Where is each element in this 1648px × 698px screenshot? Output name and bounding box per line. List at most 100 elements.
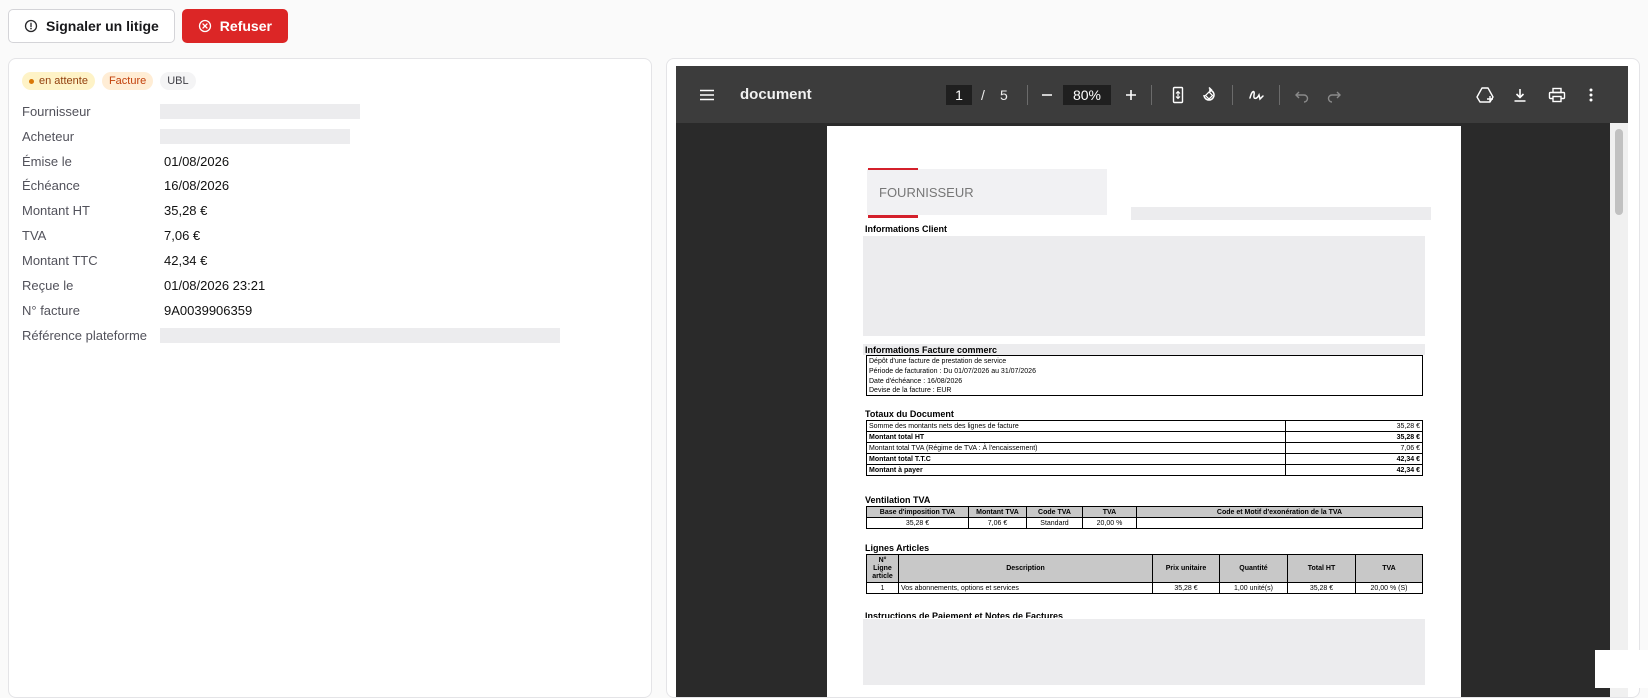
badge-group: en attente Facture UBL — [22, 72, 196, 90]
line-header: Description — [898, 554, 1153, 583]
line-cell: 1 — [866, 582, 899, 594]
table-row: 35,28 € 7,06 € Standard 20,00 % — [866, 517, 1423, 529]
line-cell: 1,00 unité(s) — [1219, 582, 1288, 594]
vat-header: Code TVA — [1026, 506, 1083, 518]
line-header: Quantité — [1219, 554, 1288, 583]
table-header-row: Base d'imposition TVA Montant TVA Code T… — [866, 506, 1423, 518]
menu-icon[interactable] — [698, 66, 716, 123]
payment-notes-redacted — [863, 619, 1425, 685]
vat-cell: 20,00 % — [1082, 517, 1137, 529]
line-header: TVA — [1355, 554, 1423, 583]
line-header: Total HT — [1287, 554, 1356, 583]
more-options-icon[interactable] — [1588, 66, 1594, 123]
platform-ref-value-redacted — [160, 327, 560, 343]
print-icon[interactable] — [1548, 66, 1566, 123]
totals-value: 42,34 € — [1285, 453, 1423, 465]
detail-row-due: Échéance 16/08/2026 — [22, 173, 642, 197]
accent-line — [868, 215, 918, 218]
redo-icon[interactable] — [1326, 66, 1342, 123]
toolbar-divider — [1232, 85, 1233, 105]
refuse-button[interactable]: Refuser — [181, 9, 288, 43]
report-dispute-button[interactable]: Signaler un litige — [8, 9, 175, 43]
issued-value: 01/08/2026 — [164, 153, 230, 169]
refuse-label: Refuser — [219, 18, 272, 34]
page-separator: / — [981, 86, 985, 103]
pdf-viewer: document 1 / 5 80% FOURNISSEUR Informati… — [676, 66, 1628, 697]
table-row: 1 Vos abonnements, options et services 3… — [866, 582, 1423, 594]
received-value: 01/08/2026 23:21 — [164, 277, 266, 293]
totals-label: Montant total HT — [866, 431, 1286, 443]
detail-row-received: Reçue le 01/08/2026 23:21 — [22, 273, 642, 297]
rotate-icon[interactable] — [1200, 66, 1218, 123]
download-icon[interactable] — [1512, 66, 1528, 123]
table-row: Montant total TVA (Régime de TVA : À l'e… — [866, 442, 1423, 454]
line-cell: Vos abonnements, options et services — [898, 582, 1153, 594]
toolbar-divider — [1151, 85, 1152, 105]
table-row: Somme des montants nets des lignes de fa… — [866, 420, 1423, 432]
invoice-info-line: Dépôt d'une facture de prestation de ser… — [869, 358, 1007, 365]
ht-value: 35,28 € — [164, 202, 208, 218]
toolbar-divider — [1027, 85, 1028, 105]
totals-value: 35,28 € — [1285, 431, 1423, 443]
invoice-info-line: Devise de la facture : EUR — [869, 387, 952, 395]
supplier-placeholder: FOURNISSEUR — [879, 185, 974, 200]
invoice-no-value: 9A0039906359 — [164, 302, 253, 318]
line-cell: 20,00 % (S) — [1355, 582, 1423, 594]
detail-row-invoice-no: N° facture 9A0039906359 — [22, 298, 642, 322]
vat-breakdown-table: Base d'imposition TVA Montant TVA Code T… — [866, 506, 1423, 529]
tva-label: TVA — [22, 227, 47, 243]
buyer-label: Acheteur — [22, 128, 75, 144]
client-info-title: Informations Client — [865, 224, 948, 234]
totals-title: Totaux du Document — [865, 409, 954, 419]
table-row: Montant total T.T.C 42,34 € — [866, 453, 1423, 465]
undo-icon[interactable] — [1294, 66, 1310, 123]
totals-label: Montant total TVA (Régime de TVA : À l'e… — [866, 442, 1286, 454]
totals-table: Somme des montants nets des lignes de fa… — [866, 420, 1423, 476]
invoice-info-line: Date d'échéance : 16/08/2026 — [869, 377, 963, 385]
line-items-title: Lignes Articles — [865, 543, 930, 553]
supplier-value-redacted — [160, 103, 360, 119]
viewer-toolbar: document 1 / 5 80% — [676, 66, 1628, 123]
status-dot — [29, 78, 34, 84]
pdf-page: FOURNISSEUR Informations Client Informat… — [827, 126, 1461, 697]
supplier-address-redacted — [1131, 207, 1431, 220]
ttc-value: 42,34 € — [164, 252, 208, 268]
detail-row-platform-ref: Référence plateforme — [22, 323, 642, 347]
zoom-in-icon[interactable] — [1124, 66, 1138, 123]
pdf-viewer-panel: document 1 / 5 80% FOURNISSEUR Informati… — [666, 58, 1640, 698]
page-number-wrap: 1 — [946, 66, 972, 123]
vat-header: Montant TVA — [968, 506, 1027, 518]
page-number-input[interactable]: 1 — [946, 84, 972, 105]
fit-page-icon[interactable] — [1171, 66, 1185, 123]
report-dispute-label: Signaler un litige — [46, 18, 159, 34]
document-title: document — [740, 86, 812, 103]
floating-widget[interactable] — [1595, 650, 1648, 688]
type-badge: Facture — [101, 72, 154, 90]
received-label: Reçue le — [22, 277, 74, 293]
detail-row-ttc: Montant TTC 42,34 € — [22, 248, 642, 272]
totals-label: Montant à payer — [866, 464, 1286, 476]
zoom-level-input[interactable]: 80% — [1063, 84, 1111, 105]
scrollbar-thumb[interactable] — [1615, 129, 1623, 215]
signature-icon[interactable] — [1248, 66, 1266, 123]
vat-header: Code et Motif d'exonération de la TVA — [1136, 506, 1423, 518]
detail-row-buyer: Acheteur — [22, 124, 642, 148]
ht-label: Montant HT — [22, 202, 90, 218]
line-header: N° Ligne article — [866, 554, 899, 583]
line-header: Prix unitaire — [1152, 554, 1220, 583]
detail-row-issued: Émise le 01/08/2026 — [22, 149, 642, 173]
vat-cell — [1136, 517, 1423, 529]
detail-row-tva: TVA 7,06 € — [22, 223, 642, 247]
line-items-table: N° Ligne article Description Prix unitai… — [866, 554, 1423, 594]
detail-row-supplier: Fournisseur — [22, 99, 642, 123]
save-to-drive-icon[interactable] — [1475, 66, 1495, 123]
zoom-out-icon[interactable] — [1040, 66, 1054, 123]
platform-ref-label: Référence plateforme — [22, 327, 148, 343]
vat-cell: Standard — [1026, 517, 1083, 529]
detail-row-ht: Montant HT 35,28 € — [22, 198, 642, 222]
invoice-details-panel: en attente Facture UBL Fournisseur Achet… — [8, 58, 652, 698]
invoice-info-title: Informations Facture commerc — [865, 345, 998, 355]
viewer-scrollbar[interactable] — [1610, 123, 1628, 697]
action-bar: Signaler un litige Refuser — [8, 9, 288, 43]
ttc-label: Montant TTC — [22, 252, 98, 268]
